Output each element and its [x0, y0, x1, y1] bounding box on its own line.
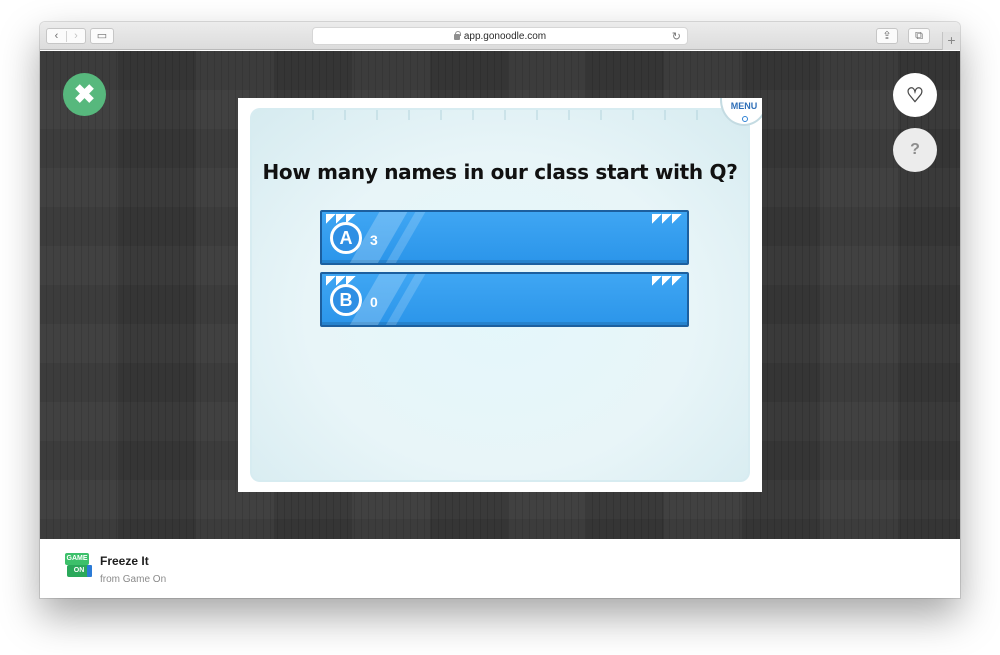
game-frame: MENU How many names in our class start w… [238, 98, 762, 492]
menu-label: MENU [730, 101, 758, 111]
sidebar-icon: ▭ [96, 29, 108, 42]
new-tab-button[interactable]: + [942, 32, 960, 50]
game-info-footer: GAME ON Freeze It from Game On [40, 539, 960, 598]
game-channel: from Game On [100, 574, 167, 585]
answer-letter-badge: A [330, 222, 362, 254]
logo-accent [87, 565, 92, 577]
address-text: app.gonoodle.com [463, 30, 547, 42]
back-icon[interactable]: ‹ [47, 30, 66, 42]
answer-option-b[interactable]: B 0 [320, 272, 689, 327]
favorite-button[interactable]: ♡ [893, 73, 937, 117]
answer-text: 3 [370, 232, 378, 248]
icicle-icon [652, 214, 682, 224]
close-button[interactable]: ✖ [63, 73, 106, 116]
icicle-icon [652, 276, 682, 286]
logo-top-text: GAME [65, 553, 89, 565]
browser-window: ‹ › ▭ app.gonoodle.com ↻ ⇪ ⧉ + ✖ ♡ ? MEN… [40, 22, 960, 598]
browser-toolbar: ‹ › ▭ app.gonoodle.com ↻ ⇪ ⧉ + [40, 22, 960, 50]
sidebar-toggle-button[interactable]: ▭ [90, 28, 114, 44]
ice-edge-decoration [282, 110, 722, 120]
answer-text: 0 [370, 294, 378, 310]
tabs-overview-button[interactable]: ⧉ [908, 28, 930, 44]
forward-icon[interactable]: › [65, 30, 85, 42]
lock-icon [453, 31, 461, 40]
share-icon: ⇪ [882, 29, 892, 42]
heart-icon: ♡ [906, 84, 924, 107]
tabs-icon: ⧉ [915, 29, 923, 42]
answer-letter-badge: B [330, 284, 362, 316]
address-bar[interactable]: app.gonoodle.com ↻ [312, 27, 688, 45]
close-icon: ✖ [73, 79, 96, 109]
share-button[interactable]: ⇪ [876, 28, 898, 44]
help-button[interactable]: ? [893, 128, 937, 172]
nav-buttons: ‹ › [46, 28, 86, 44]
menu-indicator-icon [742, 116, 748, 122]
reload-icon[interactable]: ↻ [672, 30, 681, 43]
answer-option-a[interactable]: A 3 [320, 210, 689, 265]
game-on-logo-icon: GAME ON [65, 553, 92, 580]
question-text: How many names in our class start with Q… [262, 160, 738, 184]
game-title: Freeze It [100, 554, 149, 568]
game-stage: ✖ ♡ ? MENU How many names in our class s… [40, 51, 960, 539]
